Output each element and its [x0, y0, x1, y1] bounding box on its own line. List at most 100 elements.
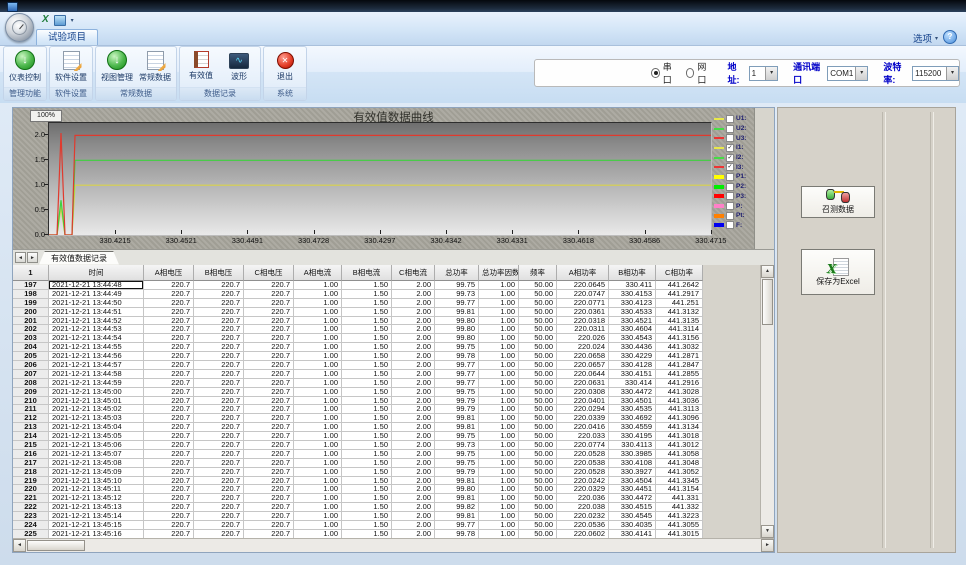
table-cell[interactable]: 220.7: [144, 521, 194, 530]
table-cell[interactable]: 50.00: [519, 503, 557, 512]
table-cell[interactable]: 1.00: [479, 450, 519, 459]
table-cell[interactable]: 220.7: [244, 379, 294, 388]
row-number[interactable]: 207: [13, 370, 49, 379]
table-cell[interactable]: 1.00: [479, 281, 519, 290]
save-excel-button[interactable]: X 保存为Excel: [801, 249, 875, 295]
table-cell[interactable]: 50.00: [519, 325, 557, 334]
table-cell[interactable]: 2021-12-21 13:45:16: [49, 530, 144, 538]
table-cell[interactable]: 1.00: [479, 423, 519, 432]
table-cell[interactable]: 99.80: [435, 325, 479, 334]
table-cell[interactable]: 441.2855: [656, 370, 703, 379]
table-cell[interactable]: 441.3156: [656, 334, 703, 343]
table-cell[interactable]: 220.7: [194, 370, 244, 379]
table-cell[interactable]: 2021-12-21 13:45:10: [49, 477, 144, 486]
table-cell[interactable]: 99.82: [435, 503, 479, 512]
table-cell[interactable]: 99.81: [435, 512, 479, 521]
table-cell[interactable]: 2.00: [392, 414, 435, 423]
table-cell[interactable]: 1.00: [294, 477, 342, 486]
table-cell[interactable]: 1.00: [479, 397, 519, 406]
table-cell[interactable]: 2.00: [392, 485, 435, 494]
table-cell[interactable]: 441.3055: [656, 521, 703, 530]
table-cell[interactable]: 441.3018: [656, 432, 703, 441]
table-cell[interactable]: 330.4535: [609, 405, 656, 414]
table-cell[interactable]: 1.50: [342, 281, 392, 290]
table-cell[interactable]: 2.00: [392, 405, 435, 414]
qat-dropdown-icon[interactable]: ▾: [71, 17, 74, 24]
column-header[interactable]: 总功率因数: [479, 265, 519, 281]
row-number[interactable]: 222: [13, 503, 49, 512]
table-cell[interactable]: 220.7: [244, 485, 294, 494]
legend-checkbox[interactable]: [726, 134, 734, 142]
table-cell[interactable]: 220.7: [144, 468, 194, 477]
table-cell[interactable]: 220.7: [244, 308, 294, 317]
row-number[interactable]: 221: [13, 494, 49, 503]
table-cell[interactable]: 2.00: [392, 317, 435, 326]
table-cell[interactable]: 2021-12-21 13:45:07: [49, 450, 144, 459]
table-cell[interactable]: 441.3028: [656, 388, 703, 397]
table-cell[interactable]: 1.00: [479, 361, 519, 370]
table-cell[interactable]: 441.3048: [656, 459, 703, 468]
table-cell[interactable]: 1.50: [342, 512, 392, 521]
table-cell[interactable]: 1.50: [342, 370, 392, 379]
table-cell[interactable]: 1.50: [342, 477, 392, 486]
table-cell[interactable]: 220.7: [244, 352, 294, 361]
table-cell[interactable]: 1.00: [294, 352, 342, 361]
table-cell[interactable]: 330.4604: [609, 325, 656, 334]
row-number[interactable]: 214: [13, 432, 49, 441]
scrollbar-thumb[interactable]: [762, 279, 773, 325]
row-number[interactable]: 223: [13, 512, 49, 521]
table-cell[interactable]: 220.7: [194, 379, 244, 388]
table-cell[interactable]: 1.50: [342, 423, 392, 432]
table-cell[interactable]: 220.0774: [557, 441, 609, 450]
table-cell[interactable]: 50.00: [519, 352, 557, 361]
ribbon-button[interactable]: 软件设置: [52, 48, 90, 86]
table-cell[interactable]: 1.50: [342, 325, 392, 334]
table-cell[interactable]: 2.00: [392, 334, 435, 343]
table-cell[interactable]: 220.7: [194, 317, 244, 326]
legend-checkbox[interactable]: ✓: [726, 144, 734, 152]
table-cell[interactable]: 220.7: [244, 530, 294, 538]
table-cell[interactable]: 220.033: [557, 432, 609, 441]
table-cell[interactable]: 2.00: [392, 299, 435, 308]
table-cell[interactable]: 220.7: [194, 477, 244, 486]
table-cell[interactable]: 50.00: [519, 441, 557, 450]
table-cell[interactable]: 220.0631: [557, 379, 609, 388]
table-cell[interactable]: 2021-12-21 13:45:06: [49, 441, 144, 450]
table-cell[interactable]: 50.00: [519, 281, 557, 290]
table-cell[interactable]: 99.81: [435, 414, 479, 423]
table-cell[interactable]: 330.4436: [609, 343, 656, 352]
table-cell[interactable]: 330.4472: [609, 388, 656, 397]
table-cell[interactable]: 441.3036: [656, 397, 703, 406]
column-header[interactable]: C相功率: [656, 265, 703, 281]
table-cell[interactable]: 220.7: [194, 334, 244, 343]
table-cell[interactable]: 220.7: [244, 503, 294, 512]
table-cell[interactable]: 1.00: [294, 494, 342, 503]
legend-checkbox[interactable]: [726, 212, 734, 220]
table-cell[interactable]: 2.00: [392, 512, 435, 521]
table-cell[interactable]: 50.00: [519, 414, 557, 423]
table-cell[interactable]: 330.414: [609, 379, 656, 388]
legend-checkbox[interactable]: ✓: [726, 154, 734, 162]
table-cell[interactable]: 1.00: [479, 334, 519, 343]
table-cell[interactable]: 1.00: [294, 485, 342, 494]
table-cell[interactable]: 99.75: [435, 450, 479, 459]
table-cell[interactable]: 1.00: [294, 299, 342, 308]
table-cell[interactable]: 1.00: [294, 281, 342, 290]
table-cell[interactable]: 220.7: [194, 308, 244, 317]
table-cell[interactable]: 2021-12-21 13:44:53: [49, 325, 144, 334]
table-cell[interactable]: 330.4151: [609, 370, 656, 379]
table-cell[interactable]: 220.7: [144, 361, 194, 370]
table-cell[interactable]: 220.036: [557, 494, 609, 503]
table-cell[interactable]: 330.4521: [609, 317, 656, 326]
table-cell[interactable]: 1.00: [294, 379, 342, 388]
table-cell[interactable]: 1.00: [479, 512, 519, 521]
table-cell[interactable]: 2021-12-21 13:45:04: [49, 423, 144, 432]
table-cell[interactable]: 99.79: [435, 397, 479, 406]
legend-checkbox[interactable]: [726, 221, 734, 229]
table-cell[interactable]: 1.00: [294, 405, 342, 414]
table-cell[interactable]: 1.50: [342, 343, 392, 352]
table-cell[interactable]: 2021-12-21 13:44:49: [49, 290, 144, 299]
table-cell[interactable]: 220.7: [144, 423, 194, 432]
table-cell[interactable]: 2.00: [392, 441, 435, 450]
table-cell[interactable]: 220.7: [144, 308, 194, 317]
